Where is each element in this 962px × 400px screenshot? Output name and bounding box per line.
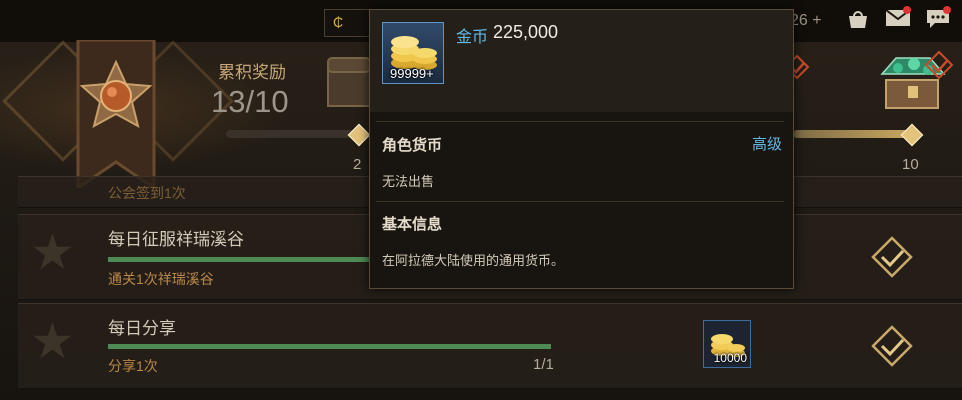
task-subtitle: 公会签到1次 xyxy=(108,185,186,201)
trade-status: 无法出售 xyxy=(382,174,435,189)
gold-coin-reward[interactable]: 10000 xyxy=(703,320,751,368)
chest-icon[interactable] xyxy=(326,52,372,115)
item-tooltip: 99999+ 金币 225,000 角色货币 高级 无法出售 基本信息 在阿拉德… xyxy=(369,9,794,289)
chat-alert-dot xyxy=(943,6,951,14)
item-label: 金币 xyxy=(456,29,489,46)
divider xyxy=(376,201,784,202)
item-description: 在阿拉德大陆使用的通用货币。 xyxy=(382,253,565,268)
task-subtitle: 通关1次祥瑞溪谷 xyxy=(108,271,214,287)
task-title: 每日征服祥瑞溪谷 xyxy=(108,230,244,249)
top-currency-count: 26 + xyxy=(790,12,822,29)
accumulated-reward-title: 累积奖励 xyxy=(218,63,286,82)
item-amount: 225,000 xyxy=(493,22,559,42)
claim-reward-button[interactable] xyxy=(870,324,914,368)
gold-coin-icon: 99999+ xyxy=(382,22,444,84)
task-row: ★ 每日分享 分享1次 1/1 10000 xyxy=(18,303,962,389)
task-progress-text: 1/1 xyxy=(533,356,554,373)
milestone-label: 2 xyxy=(353,156,362,173)
accumulated-count: 13/10 xyxy=(211,84,289,119)
claimed-check-icon xyxy=(924,50,962,94)
accumulated-progress-fill xyxy=(793,130,911,138)
accumulated-progress-track xyxy=(226,130,366,138)
task-subtitle: 分享1次 xyxy=(108,358,158,374)
icon-count: 99999+ xyxy=(390,66,434,81)
info-title: 基本信息 xyxy=(382,216,443,233)
milestone-label: 10 xyxy=(902,156,919,173)
star-badge-icon: ★ xyxy=(30,224,75,280)
item-grade: 高级 xyxy=(752,136,783,153)
coin-icon: ₵ xyxy=(333,14,344,30)
chat-icon[interactable] xyxy=(924,6,952,34)
mail-alert-dot xyxy=(903,6,911,14)
divider xyxy=(376,121,784,122)
bag-icon[interactable] xyxy=(844,8,872,34)
claim-reward-button[interactable] xyxy=(870,235,914,279)
medal-icon xyxy=(68,38,164,191)
star-badge-icon: ★ xyxy=(30,313,75,369)
item-category: 角色货币 xyxy=(382,137,443,154)
task-title: 每日分享 xyxy=(108,319,176,338)
mail-icon[interactable] xyxy=(884,6,912,34)
task-progress-bar xyxy=(108,344,551,349)
